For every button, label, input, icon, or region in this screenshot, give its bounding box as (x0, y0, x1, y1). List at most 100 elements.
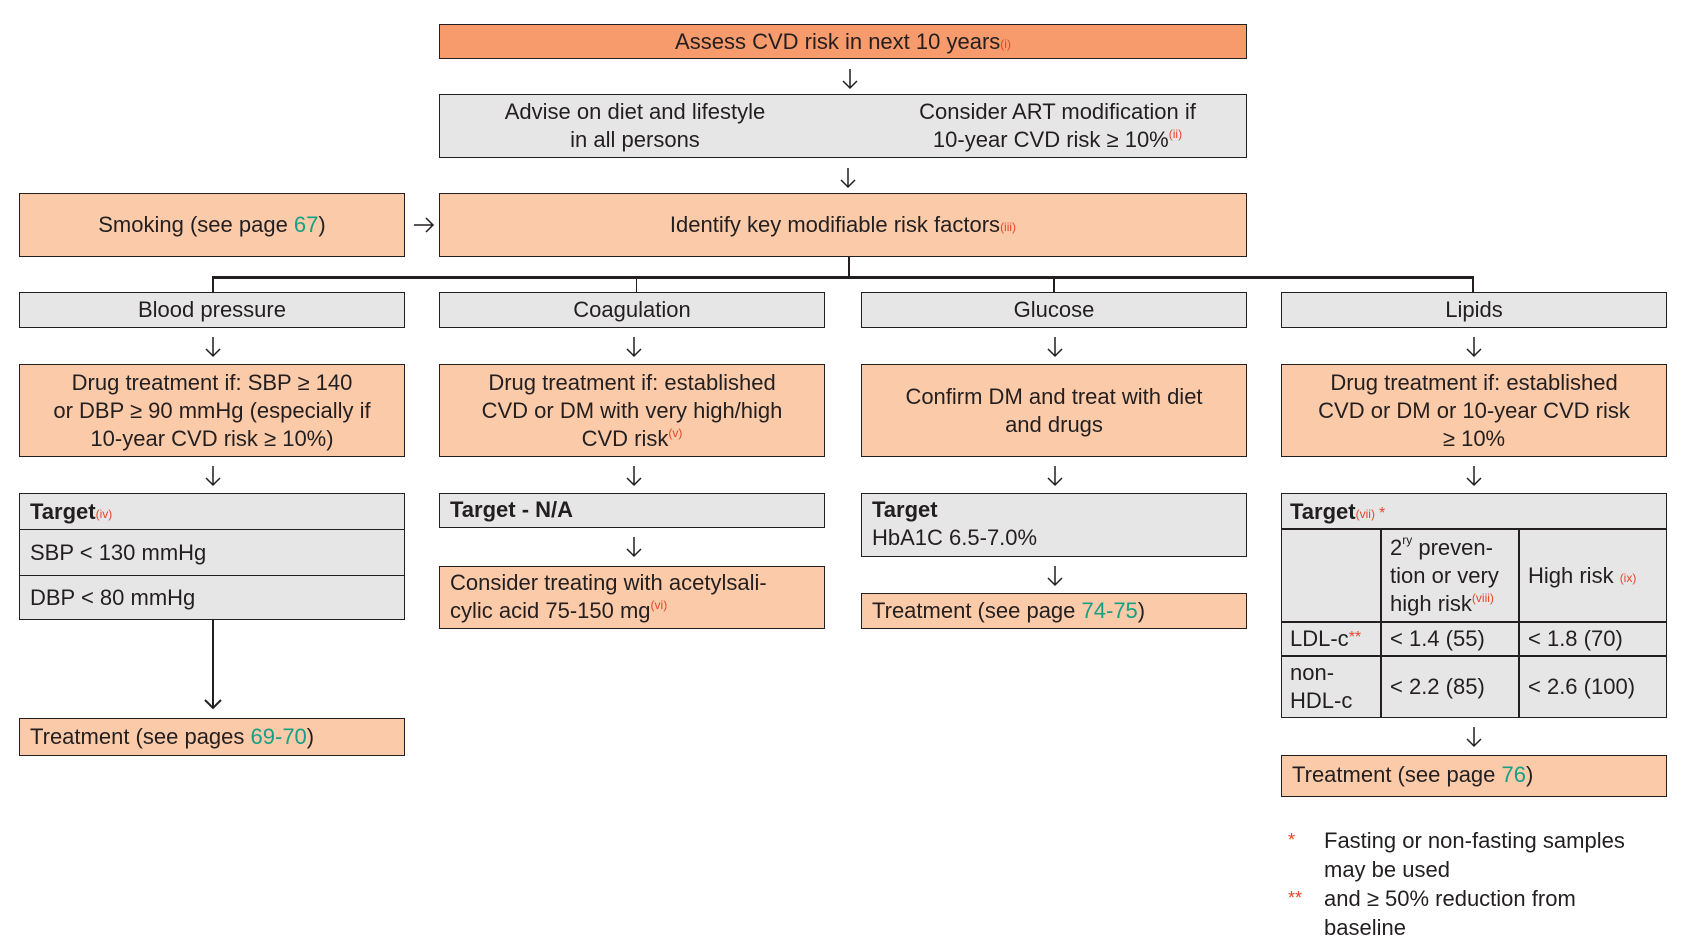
category-title: Coagulation (573, 297, 691, 322)
down-arrow-icon (1045, 465, 1065, 487)
target-value: HbA1C 6.5-7.0% (872, 525, 1038, 550)
art-line1: Consider ART modification if (919, 99, 1196, 124)
glucose-confirm-dm-box: Confirm DM and treat with diet and drugs (861, 364, 1247, 457)
cell-ldl-secondary: < 1.4 (55) (1382, 622, 1518, 656)
down-arrow-icon (1464, 336, 1484, 358)
lipids-treatment-box: Treatment (see page 76) (1281, 755, 1667, 797)
asterisk-ref: * (1378, 504, 1386, 522)
drug-line-text: CVD risk (581, 425, 669, 451)
ordinal-suffix: ry (1402, 532, 1413, 547)
connector-line (636, 276, 637, 292)
col-header-text: High risk (1528, 562, 1620, 588)
target-row-sbp: SBP < 130 mmHg (20, 529, 404, 575)
footnote-text: and ≥ 50% reduction from baseline (1324, 884, 1576, 942)
treatment-page-link[interactable]: 76 (1502, 762, 1526, 787)
target-header: Target (iv) (20, 494, 404, 529)
advise-line2: in all persons (570, 127, 700, 152)
bp-treatment-box: Treatment (see pages 69-70) (19, 718, 405, 756)
down-arrow-icon (838, 167, 858, 189)
col-header-line: 2ry preven- (1390, 534, 1493, 562)
cell-non-hdl-high-risk: < 2.6 (100) (1520, 656, 1666, 717)
target-label: Target (30, 498, 96, 524)
col-header-num: 2 (1390, 534, 1403, 560)
cell-value: < 1.8 (70) (1528, 626, 1623, 651)
footnote-ref: (ii) (1168, 127, 1183, 141)
treatment-label: Treatment (see page (1292, 762, 1502, 787)
cell-value: < 2.2 (85) (1390, 673, 1485, 699)
footnote-item: * Fasting or non-fasting samples may be u… (1288, 826, 1668, 884)
coag-target-box: Target - N/A (439, 493, 825, 528)
drug-line: or DBP ≥ 90 mmHg (especially if (53, 397, 371, 423)
row-label: HDL-c (1290, 687, 1353, 713)
glucose-target-box: Target HbA1C 6.5-7.0% (861, 493, 1247, 557)
treatment-label: Treatment (see pages (30, 724, 251, 749)
art-line2-text: 10-year CVD risk ≥ 10% (932, 127, 1169, 152)
smoking-text: Smoking (see page 67) (98, 211, 325, 239)
target-value: SBP < 130 mmHg (30, 539, 207, 565)
footnote-line: may be used (1324, 857, 1450, 882)
drug-line: Drug treatment if: established (488, 369, 776, 395)
drug-line: Drug treatment if: established (1330, 369, 1618, 395)
connector-line (1472, 276, 1474, 292)
col-header-line: high risk(viii) (1390, 590, 1494, 618)
footnote-line: and ≥ 50% reduction from (1324, 886, 1576, 911)
footnote-line: Fasting or non-fasting samples (1324, 828, 1625, 853)
target-label: Target (872, 497, 938, 522)
lipids-target-header: Target (vii) * (1282, 494, 1666, 529)
drug-line: Confirm DM and treat with diet (905, 383, 1203, 409)
cell-ldl-high-risk: < 1.8 (70) (1520, 622, 1666, 656)
category-lipids: Lipids (1281, 292, 1667, 328)
drug-line: Drug treatment if: SBP ≥ 140 (71, 369, 353, 395)
treatment-label: Treatment (see page (872, 598, 1082, 623)
footnote-ref: (v) (668, 425, 683, 440)
category-coagulation: Coagulation (439, 292, 825, 328)
row-label: non- (1290, 659, 1335, 685)
consider-line: cylic acid 75-150 mg(vi) (450, 597, 814, 625)
category-title: Lipids (1445, 297, 1503, 322)
drug-line: CVD or DM with very high/high (481, 397, 783, 423)
assess-cvd-risk-box: Assess CVD risk in next 10 years (i) (439, 24, 1247, 59)
advise-lifestyle-text: Advise on diet and lifestyle in all pers… (440, 95, 830, 157)
col-header-high-risk: High risk (ix) (1520, 529, 1666, 622)
target-row-dbp: DBP < 80 mmHg (20, 575, 404, 619)
branch-line (212, 276, 1474, 279)
asterisk-ref: ** (1348, 629, 1362, 646)
connector-line (1053, 276, 1055, 292)
bp-drug-treatment-box: Drug treatment if: SBP ≥ 140 or DBP ≥ 90… (19, 364, 405, 457)
coag-drug-treatment-box: Drug treatment if: established CVD or DM… (439, 364, 825, 457)
treatment-page-link[interactable]: 74-75 (1082, 598, 1138, 623)
footnote-ref: (viii) (1471, 590, 1494, 605)
smoking-box: Smoking (see page 67) (19, 193, 405, 257)
footnote-ref: (i) (1000, 36, 1011, 51)
down-arrow-icon (203, 620, 223, 710)
down-arrow-icon (203, 336, 223, 358)
col-header-line: tion or very (1390, 562, 1499, 588)
drug-line: CVD or DM or 10-year CVD risk (1318, 397, 1630, 423)
row-label-non-hdl: non- HDL-c (1282, 656, 1380, 717)
down-arrow-icon (624, 465, 644, 487)
consider-line-text: cylic acid 75-150 mg (450, 598, 651, 623)
drug-line: CVD risk(v) (582, 425, 683, 453)
target-label: Target - N/A (450, 497, 574, 522)
down-arrow-icon (203, 465, 223, 487)
down-arrow-icon (1464, 465, 1484, 487)
footnote-line: baseline (1324, 915, 1406, 940)
right-arrow-icon (413, 215, 435, 235)
drug-line: ≥ 10% (1442, 425, 1506, 451)
coag-consider-aspirin-box: Consider treating with acetylsali- cylic… (439, 566, 825, 629)
drug-line: 10-year CVD risk ≥ 10%) (90, 425, 334, 451)
treatment-page-link[interactable]: 69-70 (251, 724, 307, 749)
category-glucose: Glucose (861, 292, 1247, 328)
target-label: Target (1290, 498, 1356, 524)
down-arrow-icon (1045, 565, 1065, 587)
category-title: Glucose (1013, 297, 1095, 322)
footnote-mark: * (1288, 830, 1296, 850)
smoking-page-link[interactable]: 67 (294, 212, 318, 237)
footnotes: * Fasting or non-fasting samples may be u… (1288, 826, 1668, 942)
col-header-secondary-prevention: 2ry preven- tion or very high risk(viii) (1382, 529, 1518, 622)
smoking-close: ) (318, 212, 326, 237)
connector-line (212, 276, 214, 292)
connector-line (848, 257, 850, 278)
footnote-item: ** and ≥ 50% reduction from baseline (1288, 884, 1668, 942)
treatment-close: ) (306, 724, 315, 749)
